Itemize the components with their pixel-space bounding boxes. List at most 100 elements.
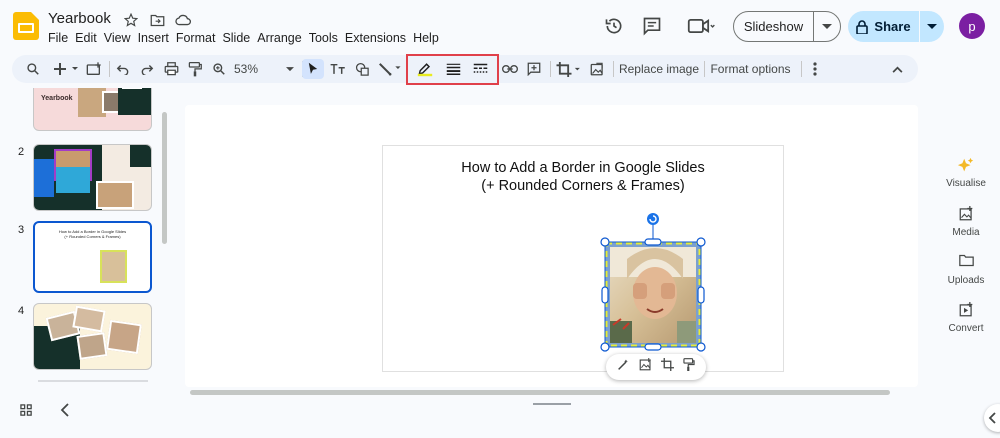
crop-quick-icon[interactable] <box>661 358 675 376</box>
slide-thumbnail-1[interactable]: Yearbook <box>33 88 152 131</box>
menu-tools[interactable]: Tools <box>309 31 341 45</box>
slide-canvas[interactable]: How to Add a Border in Google Slides (+ … <box>383 146 783 371</box>
slide-number-4: 4 <box>18 305 25 317</box>
shape-icon[interactable] <box>352 59 372 79</box>
move-folder-icon[interactable] <box>147 11 167 29</box>
slide-thumbnail-2[interactable] <box>33 144 152 211</box>
expand-side-panel-icon[interactable] <box>984 404 1000 432</box>
redo-icon[interactable] <box>138 59 156 79</box>
thumb-photo <box>100 250 127 283</box>
meet-icon[interactable] <box>682 12 722 40</box>
zoom-value: 53% <box>234 62 259 76</box>
thumb-photo <box>76 332 108 360</box>
more-options-icon[interactable] <box>807 59 823 79</box>
filmstrip-end-line <box>38 380 148 382</box>
side-media-label: Media <box>952 227 980 238</box>
filmstrip-scrollbar[interactable] <box>162 112 167 244</box>
thumb-photo <box>56 167 90 193</box>
menu-help[interactable]: Help <box>413 31 442 45</box>
slide-thumbnail-3[interactable]: How to Add a Border in Google Slides (+ R… <box>33 221 152 293</box>
version-history-icon[interactable] <box>600 12 628 40</box>
toolbar-divider <box>801 61 802 77</box>
title-icons <box>121 11 193 29</box>
paint-format-quick-icon[interactable] <box>683 358 696 376</box>
side-convert[interactable]: Convert <box>940 302 992 334</box>
search-icon[interactable] <box>24 59 42 79</box>
grid-view-icon[interactable] <box>20 404 33 422</box>
slideshow-dropdown-icon[interactable] <box>814 23 840 30</box>
slide-number-2: 2 <box>18 146 25 158</box>
crop-icon[interactable] <box>555 59 583 79</box>
menu-edit[interactable]: Edit <box>75 31 100 45</box>
sparkle-icon <box>940 157 992 175</box>
folder-icon <box>940 254 992 272</box>
slide-title[interactable]: How to Add a Border in Google Slides (+ … <box>383 159 783 195</box>
toolbar-divider <box>109 61 110 77</box>
format-options-button[interactable]: Format options <box>709 59 792 79</box>
zoom-select[interactable]: 53% <box>234 59 294 79</box>
document-title[interactable]: Yearbook <box>48 10 111 27</box>
collapse-toolbar-icon[interactable] <box>888 59 906 79</box>
thumb-photo <box>122 88 142 89</box>
line-icon[interactable] <box>377 59 405 79</box>
zoom-dropdown-icon <box>286 66 294 71</box>
print-icon[interactable] <box>162 59 180 79</box>
border-tools-highlight <box>406 54 499 85</box>
paint-format-icon[interactable] <box>186 59 204 79</box>
undo-icon[interactable] <box>114 59 132 79</box>
comments-icon[interactable] <box>638 12 666 40</box>
text-box-icon[interactable] <box>328 59 348 79</box>
side-uploads-label: Uploads <box>947 275 985 286</box>
menu-insert[interactable]: Insert <box>138 31 172 45</box>
thumb-1-label: Yearbook <box>41 95 73 102</box>
comment-icon[interactable] <box>524 59 544 79</box>
selected-image[interactable] <box>597 209 707 355</box>
slideshow-button[interactable]: Slideshow <box>733 11 841 42</box>
side-visualise[interactable]: Visualise <box>940 157 992 189</box>
avatar[interactable]: p <box>959 13 985 39</box>
cloud-status-icon[interactable] <box>173 11 193 29</box>
toolbar-divider <box>613 61 614 77</box>
collapse-filmstrip-icon[interactable] <box>60 403 70 422</box>
slides-logo-icon[interactable] <box>13 12 39 40</box>
side-convert-label: Convert <box>948 323 984 334</box>
thumb-photo <box>96 181 134 209</box>
share-main[interactable]: Share <box>848 11 920 42</box>
slide-title-line1: How to Add a Border in Google Slides <box>461 160 705 176</box>
toolbar-divider <box>550 61 551 77</box>
menu-bar: File Edit View Insert Format Slide Arran… <box>48 31 446 45</box>
menu-arrange[interactable]: Arrange <box>257 31 304 45</box>
convert-icon <box>940 302 992 320</box>
slides-app: Yearbook File Edit View Insert Format Sl… <box>0 0 1000 438</box>
lock-icon <box>856 19 869 34</box>
menu-format[interactable]: Format <box>176 31 219 45</box>
replace-image-button[interactable]: Replace image <box>618 59 700 79</box>
slide-number-3: 3 <box>18 224 25 236</box>
menu-extensions[interactable]: Extensions <box>345 31 409 45</box>
menu-slide[interactable]: Slide <box>222 31 253 45</box>
side-uploads[interactable]: Uploads <box>940 254 992 286</box>
header: Yearbook File Edit View Insert Format Sl… <box>0 0 1000 52</box>
slideshow-label[interactable]: Slideshow <box>734 12 814 41</box>
replace-image-icon[interactable] <box>639 358 652 376</box>
image-quick-actions <box>606 354 706 380</box>
share-button[interactable]: Share <box>848 11 944 42</box>
zoom-icon[interactable] <box>210 59 228 79</box>
share-label: Share <box>874 19 911 34</box>
canvas-horizontal-scrollbar[interactable] <box>190 390 890 395</box>
new-plus-icon[interactable] <box>52 59 82 79</box>
thumb-shape <box>130 145 151 167</box>
rotate-handle-icon <box>647 213 659 225</box>
star-icon[interactable] <box>121 11 141 29</box>
speaker-notes-handle[interactable] <box>533 403 571 405</box>
select-icon[interactable] <box>302 59 324 79</box>
share-dropdown-icon[interactable] <box>920 23 944 30</box>
slide-thumbnail-4[interactable] <box>33 303 152 370</box>
side-media[interactable]: Media <box>940 206 992 238</box>
reset-image-icon[interactable] <box>587 59 607 79</box>
menu-file[interactable]: File <box>48 31 71 45</box>
menu-view[interactable]: View <box>104 31 134 45</box>
magic-edit-icon[interactable] <box>617 358 630 376</box>
new-slide-icon[interactable] <box>85 59 103 79</box>
link-icon[interactable] <box>500 59 520 79</box>
